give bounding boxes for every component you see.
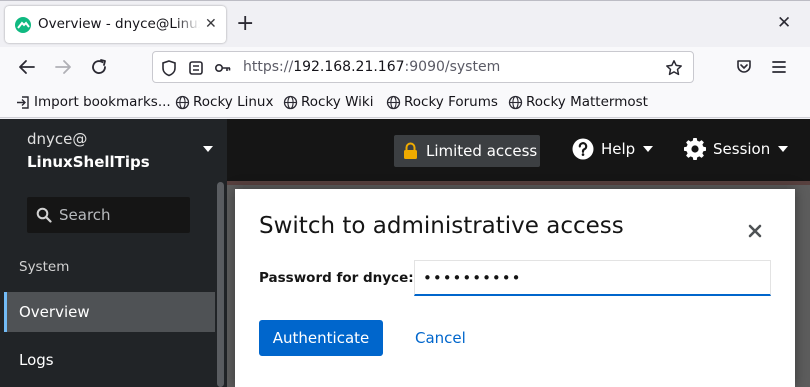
- search-input[interactable]: Search: [27, 197, 190, 233]
- host-user: dnyce@: [27, 130, 88, 148]
- close-icon[interactable]: [748, 224, 762, 238]
- globe-icon: [283, 95, 298, 109]
- page-info-icon[interactable]: [187, 59, 205, 77]
- modal-title: Switch to administrative access: [259, 213, 624, 239]
- menu-hamburger-icon[interactable]: [768, 56, 790, 78]
- limited-access-button[interactable]: Limited access: [394, 135, 540, 167]
- import-icon: [17, 95, 29, 109]
- browser-tab-bar: Overview - dnyce@LinuxShellTips ✕ + ✕: [0, 0, 810, 47]
- admin-access-modal: Switch to administrative access Password…: [235, 189, 795, 387]
- sidebar: dnyce@ LinuxShellTips Search System Over…: [0, 119, 227, 387]
- bookmark-rocky-wiki[interactable]: Rocky Wiki: [283, 94, 373, 110]
- bookmark-label: Rocky Mattermost: [526, 94, 648, 110]
- bookmarks-toolbar: Import bookmarks... Rocky Linux Rocky Wi…: [0, 88, 810, 118]
- bookmark-rocky-linux[interactable]: Rocky Linux: [175, 94, 273, 110]
- search-icon: [36, 207, 52, 223]
- bookmark-rocky-forums[interactable]: Rocky Forums: [386, 94, 498, 110]
- search-placeholder: Search: [59, 206, 111, 224]
- sidebar-item-overview[interactable]: Overview: [4, 292, 215, 332]
- masthead: Limited access Help Session: [227, 119, 810, 181]
- cancel-button[interactable]: Cancel: [403, 320, 478, 356]
- forward-arrow-icon[interactable]: [52, 56, 74, 78]
- bookmark-rocky-mattermost[interactable]: Rocky Mattermost: [508, 94, 648, 110]
- caret-down-icon: [203, 146, 213, 152]
- globe-icon: [386, 95, 401, 109]
- key-icon[interactable]: [214, 59, 232, 77]
- bookmark-star-icon[interactable]: [665, 59, 683, 77]
- bookmark-label: Rocky Linux: [193, 94, 274, 110]
- url-bar[interactable]: https://192.168.21.167:9090/system: [152, 51, 694, 83]
- help-menu[interactable]: Help: [572, 138, 654, 160]
- bookmark-import[interactable]: Import bookmarks...: [16, 94, 171, 110]
- section-heading-system: System: [19, 259, 70, 275]
- globe-icon: [175, 95, 190, 109]
- url-text: https://192.168.21.167:9090/system: [243, 59, 500, 75]
- bookmark-label: Import bookmarks...: [34, 94, 171, 110]
- host-switcher[interactable]: dnyce@ LinuxShellTips: [0, 119, 227, 181]
- url-path: :9090/system: [404, 59, 501, 75]
- back-arrow-icon[interactable]: [16, 56, 38, 78]
- bookmark-label: Rocky Forums: [404, 94, 498, 110]
- browser-tab[interactable]: Overview - dnyce@LinuxShellTips ✕: [5, 6, 226, 43]
- caret-down-icon: [778, 146, 789, 152]
- url-host: 192.168.21.167: [293, 59, 405, 75]
- window-close-icon[interactable]: ✕: [777, 14, 791, 32]
- shield-icon[interactable]: [160, 59, 178, 77]
- url-scheme: https://: [243, 59, 294, 75]
- sidebar-scrollbar[interactable]: [217, 182, 224, 387]
- authenticate-button[interactable]: Authenticate: [259, 320, 383, 356]
- tab-close-icon[interactable]: ✕: [205, 16, 217, 32]
- lock-icon: [404, 142, 417, 159]
- new-tab-icon[interactable]: +: [236, 13, 254, 35]
- tab-title: Overview - dnyce@LinuxShellTips: [38, 16, 200, 32]
- password-field[interactable]: [414, 260, 771, 296]
- bookmark-label: Rocky Wiki: [301, 94, 374, 110]
- help-icon: [572, 138, 594, 160]
- host-name: LinuxShellTips: [27, 153, 150, 171]
- pocket-icon[interactable]: [733, 56, 755, 78]
- browser-nav-bar: https://192.168.21.167:9090/system: [0, 47, 810, 88]
- password-label: Password for dnyce:: [259, 270, 414, 286]
- reload-icon[interactable]: [88, 56, 110, 78]
- globe-icon: [508, 95, 523, 109]
- help-label: Help: [601, 140, 636, 158]
- caret-down-icon: [643, 146, 654, 152]
- sidebar-item-logs[interactable]: Logs: [4, 340, 215, 380]
- limited-access-label: Limited access: [426, 142, 538, 160]
- gear-icon: [684, 138, 706, 160]
- session-label: Session: [713, 140, 771, 158]
- rocky-favicon-icon: [15, 17, 31, 33]
- session-menu[interactable]: Session: [684, 138, 789, 160]
